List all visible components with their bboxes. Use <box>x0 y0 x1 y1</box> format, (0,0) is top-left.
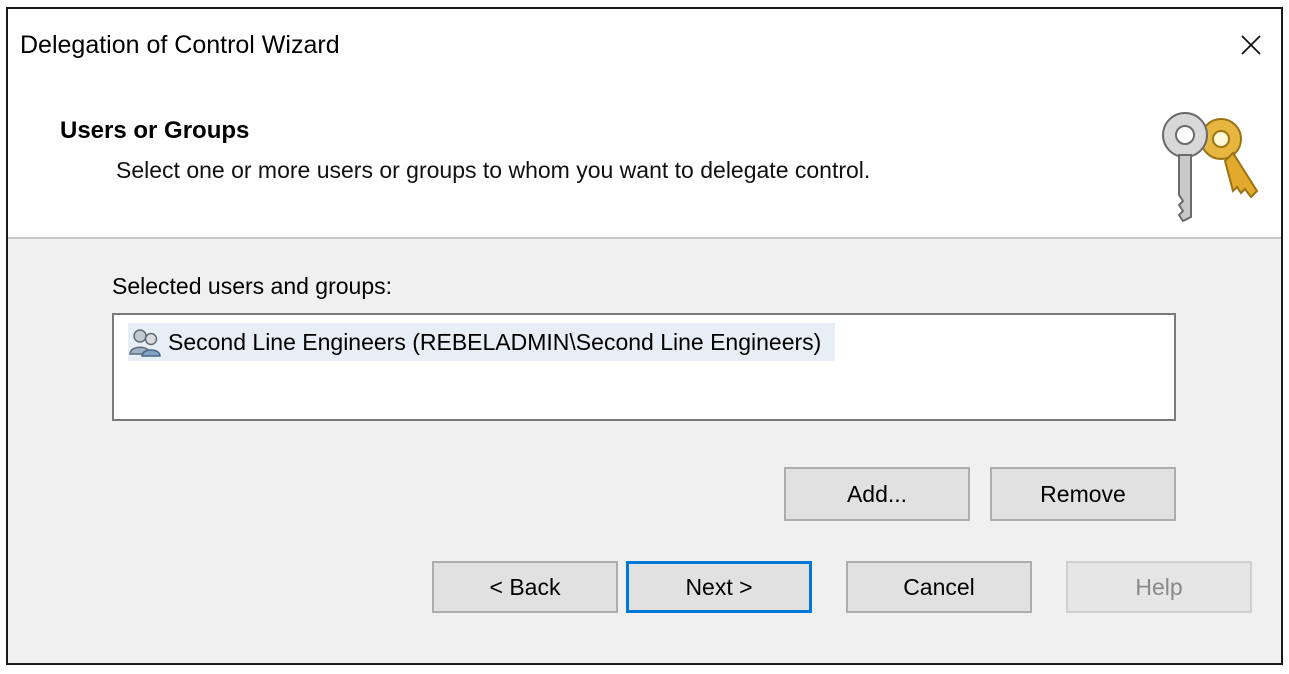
selection-panel: Selected users and groups: Second Line E… <box>8 239 1281 543</box>
cancel-button[interactable]: Cancel <box>846 561 1032 613</box>
close-icon <box>1241 35 1261 55</box>
back-button[interactable]: < Back <box>432 561 618 613</box>
group-icon <box>129 329 161 357</box>
wizard-window: Delegation of Control Wizard Users or Gr… <box>6 7 1283 665</box>
remove-button[interactable]: Remove <box>990 467 1176 521</box>
wizard-header: Users or Groups Select one or more users… <box>8 87 1281 239</box>
help-button: Help <box>1066 561 1252 613</box>
next-button[interactable]: Next > <box>626 561 812 613</box>
keys-icon <box>1162 112 1259 223</box>
list-item-label: Second Line Engineers (REBELADMIN\Second… <box>168 328 822 355</box>
page-subtitle: Select one or more users or groups to wh… <box>116 157 871 183</box>
selected-list-label: Selected users and groups: <box>112 273 393 299</box>
close-button[interactable] <box>1229 23 1273 67</box>
add-button[interactable]: Add... <box>784 467 970 521</box>
wizard-footer: < Back Next > Cancel Help <box>8 541 1281 663</box>
page-title: Users or Groups <box>60 117 250 144</box>
window-title: Delegation of Control Wizard <box>20 31 340 59</box>
title-bar: Delegation of Control Wizard <box>8 9 1281 87</box>
list-item[interactable]: Second Line Engineers (REBELADMIN\Second… <box>128 323 836 361</box>
selected-users-listbox[interactable]: Second Line Engineers (REBELADMIN\Second… <box>112 313 1176 421</box>
